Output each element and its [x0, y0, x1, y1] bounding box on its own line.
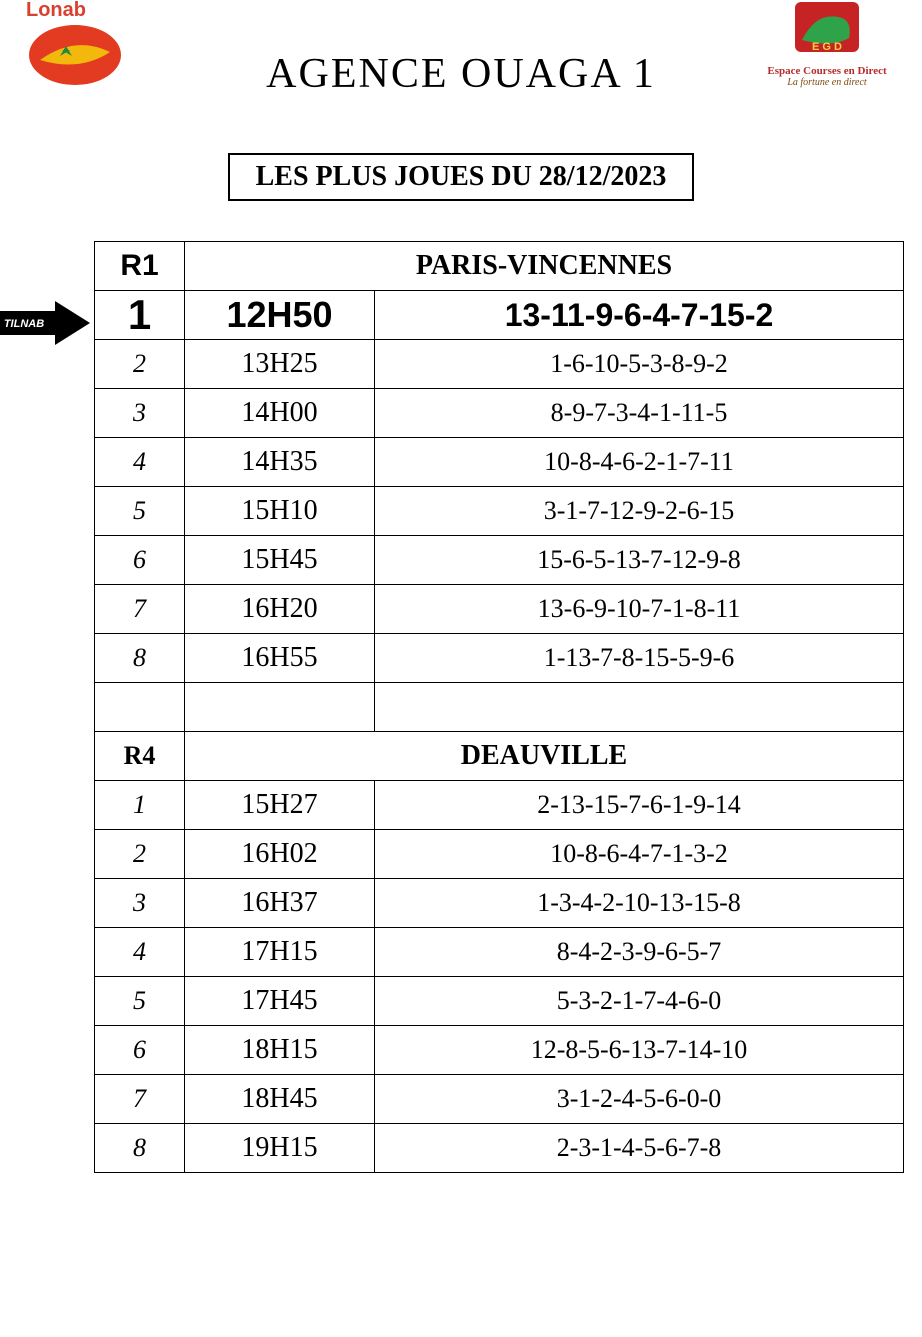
- race-number: 6: [95, 1026, 185, 1075]
- race-picks: 13-11-9-6-4-7-15-2: [375, 291, 904, 340]
- race-picks: 10-8-4-6-2-1-7-11: [375, 438, 904, 487]
- race-time: 17H15: [185, 928, 375, 977]
- table-row: 515H103-1-7-12-9-2-6-15: [95, 487, 904, 536]
- table-row: 718H453-1-2-4-5-6-0-0: [95, 1075, 904, 1124]
- block-venue: DEAUVILLE: [185, 732, 904, 781]
- race-number: 6: [95, 536, 185, 585]
- race-number: 7: [95, 1075, 185, 1124]
- race-picks: 12-8-5-6-13-7-14-10: [375, 1026, 904, 1075]
- race-number: 2: [95, 830, 185, 879]
- race-picks: 3-1-2-4-5-6-0-0: [375, 1075, 904, 1124]
- race-time: 18H15: [185, 1026, 375, 1075]
- race-number: 3: [95, 879, 185, 928]
- block-header-row: R1PARIS-VINCENNES: [95, 242, 904, 291]
- race-number: 5: [95, 977, 185, 1026]
- table-row: 819H152-3-1-4-5-6-7-8: [95, 1124, 904, 1173]
- table-row: 615H4515-6-5-13-7-12-9-8: [95, 536, 904, 585]
- race-time: 13H25: [185, 340, 375, 389]
- race-number: 3: [95, 389, 185, 438]
- table-row: 115H272-13-15-7-6-1-9-14: [95, 781, 904, 830]
- race-picks: 1-3-4-2-10-13-15-8: [375, 879, 904, 928]
- race-picks: 10-8-6-4-7-1-3-2: [375, 830, 904, 879]
- race-time: 16H02: [185, 830, 375, 879]
- race-time: 15H45: [185, 536, 375, 585]
- block-header-row: R4DEAUVILLE: [95, 732, 904, 781]
- subtitle-box: LES PLUS JOUES DU 28/12/2023: [228, 153, 695, 201]
- race-time: 12H50: [185, 291, 375, 340]
- arrow-icon: TILNAB: [0, 301, 90, 345]
- race-picks: 5-3-2-1-7-4-6-0: [375, 977, 904, 1026]
- race-number: 1: [95, 291, 185, 340]
- race-number: 7: [95, 585, 185, 634]
- svg-text:E G D: E G D: [812, 41, 842, 53]
- race-time: 18H45: [185, 1075, 375, 1124]
- lonab-logo: Lonab: [20, 0, 130, 95]
- table-row: 316H371-3-4-2-10-13-15-8: [95, 879, 904, 928]
- race-picks: 1-6-10-5-3-8-9-2: [375, 340, 904, 389]
- race-time: 14H35: [185, 438, 375, 487]
- race-picks: 1-13-7-8-15-5-9-6: [375, 634, 904, 683]
- race-time: 16H20: [185, 585, 375, 634]
- race-time: 14H00: [185, 389, 375, 438]
- block-code: R1: [95, 242, 185, 291]
- race-number: 8: [95, 634, 185, 683]
- race-time: 17H45: [185, 977, 375, 1026]
- race-number: 4: [95, 928, 185, 977]
- race-time: 16H37: [185, 879, 375, 928]
- race-time: 15H27: [185, 781, 375, 830]
- block-venue: PARIS-VINCENNES: [185, 242, 904, 291]
- table-row: 417H158-4-2-3-9-6-5-7: [95, 928, 904, 977]
- egd-logo: E G D Espace Courses en Direct La fortun…: [762, 0, 892, 88]
- highlight-row: 112H5013-11-9-6-4-7-15-2: [95, 291, 904, 340]
- egd-name: Espace Courses en Direct: [762, 65, 892, 77]
- race-time: 16H55: [185, 634, 375, 683]
- race-time: 15H10: [185, 487, 375, 536]
- table-row: 314H008-9-7-3-4-1-11-5: [95, 389, 904, 438]
- race-number: 4: [95, 438, 185, 487]
- race-time: 19H15: [185, 1124, 375, 1173]
- race-number: 8: [95, 1124, 185, 1173]
- spacer-row: [95, 683, 904, 732]
- table-row: 716H2013-6-9-10-7-1-8-11: [95, 585, 904, 634]
- race-picks: 13-6-9-10-7-1-8-11: [375, 585, 904, 634]
- table-row: 618H1512-8-5-6-13-7-14-10: [95, 1026, 904, 1075]
- table-row: 816H551-13-7-8-15-5-9-6: [95, 634, 904, 683]
- table-row: 517H455-3-2-1-7-4-6-0: [95, 977, 904, 1026]
- race-picks: 8-4-2-3-9-6-5-7: [375, 928, 904, 977]
- table-row: 213H251-6-10-5-3-8-9-2: [95, 340, 904, 389]
- race-picks: 3-1-7-12-9-2-6-15: [375, 487, 904, 536]
- block-code: R4: [95, 732, 185, 781]
- table-row: 216H0210-8-6-4-7-1-3-2: [95, 830, 904, 879]
- race-picks: 2-3-1-4-5-6-7-8: [375, 1124, 904, 1173]
- race-number: 1: [95, 781, 185, 830]
- table-row: 414H3510-8-4-6-2-1-7-11: [95, 438, 904, 487]
- race-picks: 8-9-7-3-4-1-11-5: [375, 389, 904, 438]
- race-number: 5: [95, 487, 185, 536]
- arrow-label: TILNAB: [4, 318, 44, 330]
- race-number: 2: [95, 340, 185, 389]
- egd-tagline: La fortune en direct: [762, 77, 892, 88]
- picks-table: R1PARIS-VINCENNES112H5013-11-9-6-4-7-15-…: [94, 241, 904, 1173]
- race-picks: 15-6-5-13-7-12-9-8: [375, 536, 904, 585]
- race-picks: 2-13-15-7-6-1-9-14: [375, 781, 904, 830]
- lonab-logo-text: Lonab: [26, 0, 86, 21]
